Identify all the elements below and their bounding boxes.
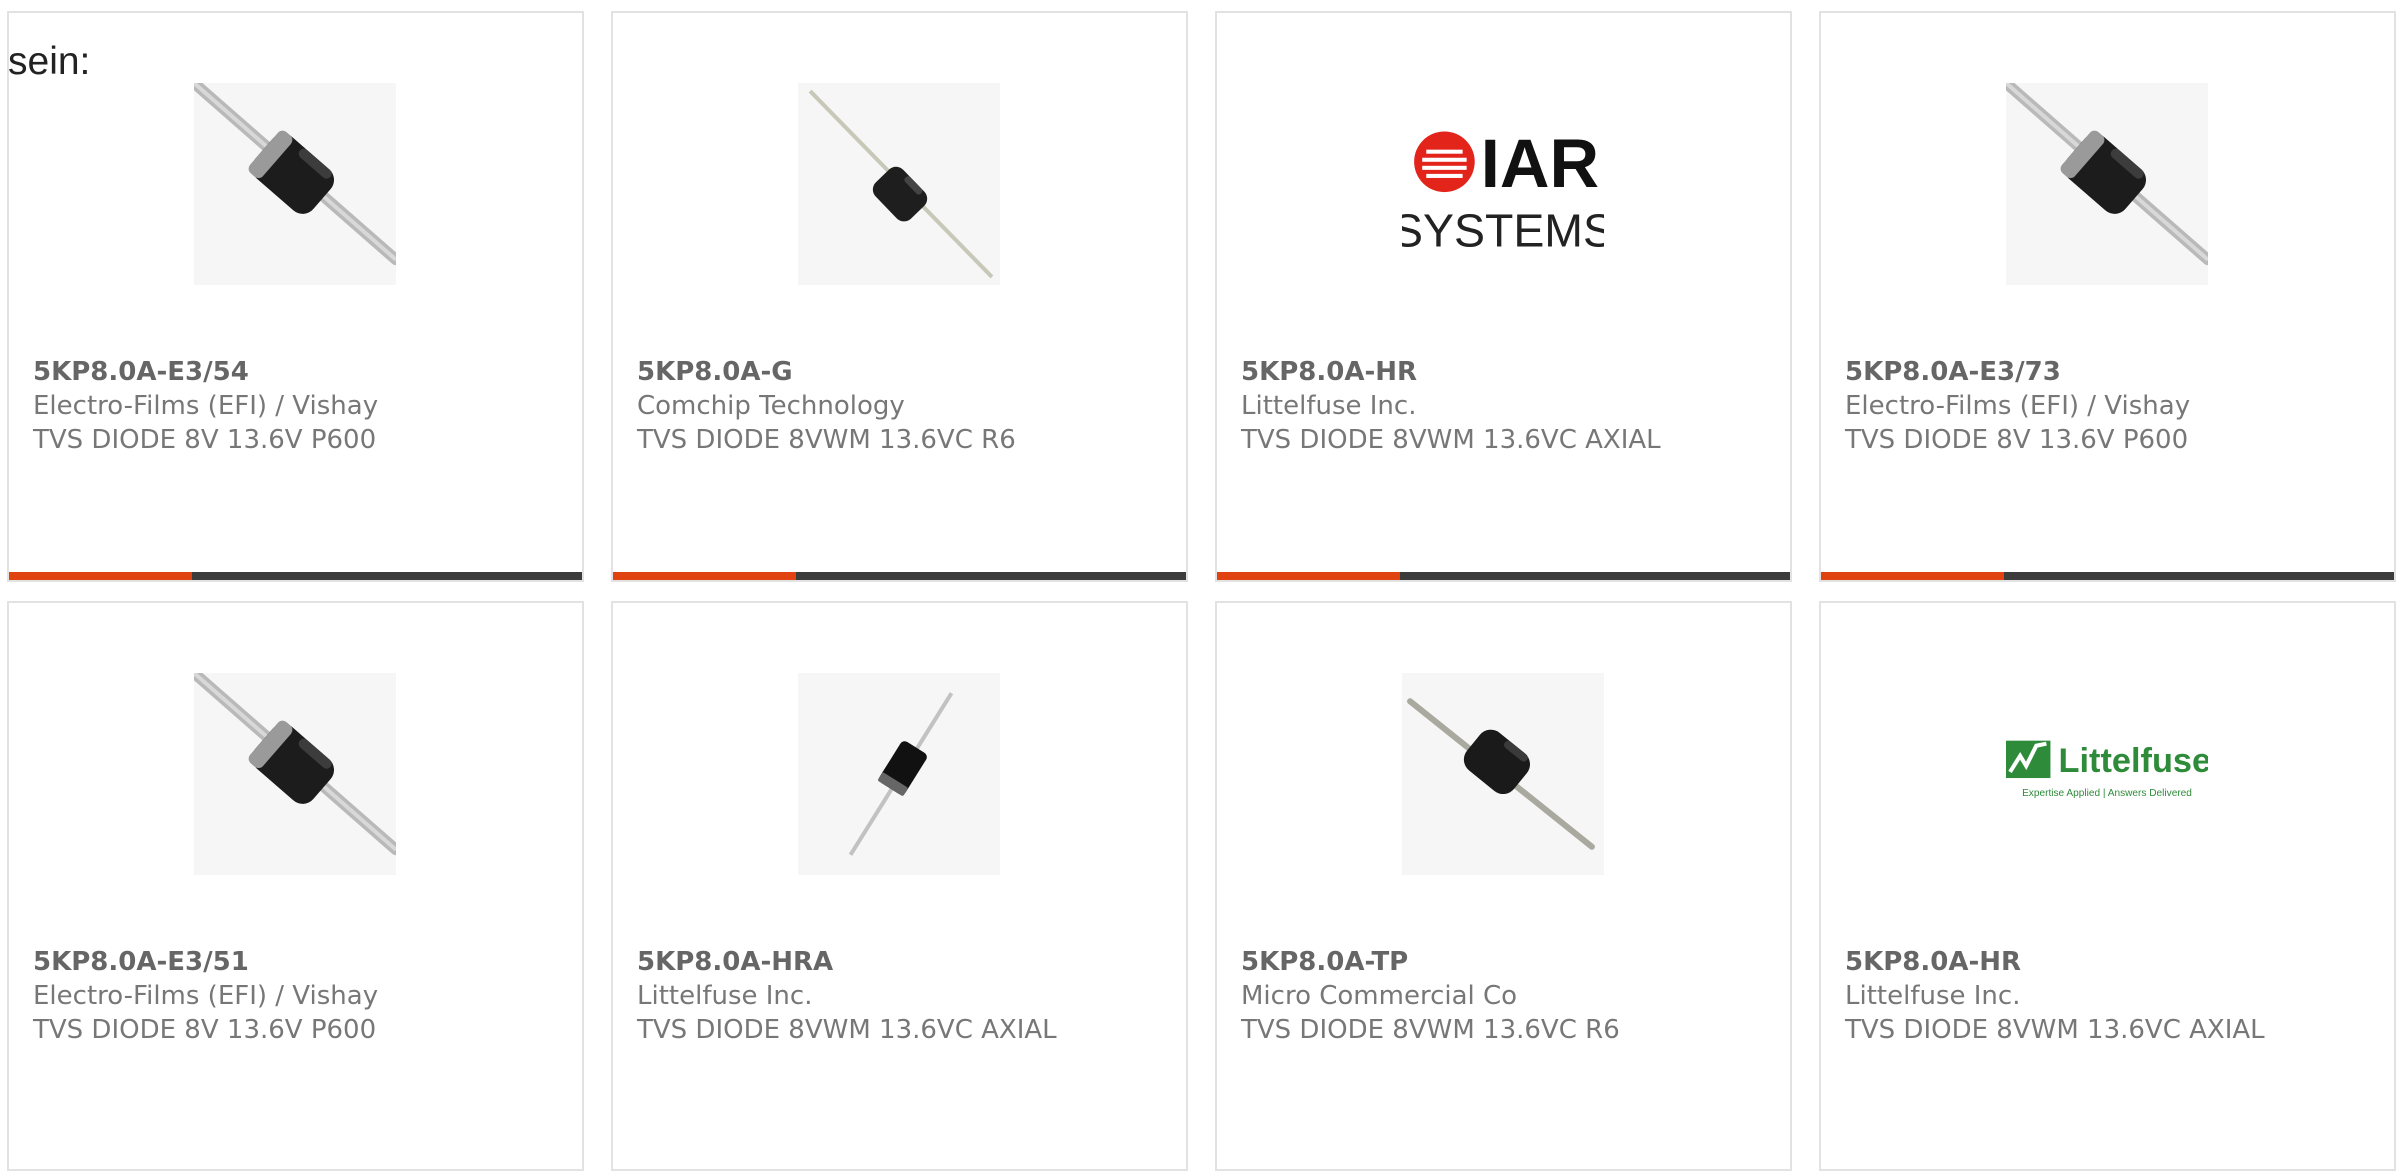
card-accent-fill [1821,572,2004,580]
card-accent-bar [613,572,1186,580]
product-info: 5KP8.0A-E3/54 Electro-Films (EFI) / Vish… [33,355,562,457]
product-card[interactable]: 5KP8.0A-HRA Littelfuse Inc. TVS DIODE 8V… [611,601,1188,1171]
product-description: TVS DIODE 8VWM 13.6VC AXIAL [1845,1015,2265,1045]
product-image-axial-diode[interactable] [194,83,396,285]
product-card[interactable]: 5KP8.0A-TP Micro Commercial Co TVS DIODE… [1215,601,1792,1171]
card-accent-bar [1821,572,2394,580]
axial-diode-icon [194,83,396,285]
part-number-link[interactable]: 5KP8.0A-TP [1241,945,1770,979]
product-image-iar-logo[interactable]: IAR SYSTEMS [1402,83,1604,285]
card-accent-fill [613,572,796,580]
part-number-link[interactable]: 5KP8.0A-E3/51 [33,945,562,979]
product-description: TVS DIODE 8VWM 13.6VC AXIAL [1241,425,1661,455]
product-image-axial-diode[interactable] [194,673,396,875]
card-accent-fill [9,572,192,580]
product-info: 5KP8.0A-HR Littelfuse Inc. TVS DIODE 8VW… [1241,355,1770,457]
product-image-axial-diode[interactable] [2006,83,2208,285]
manufacturer-name: Littelfuse Inc. [637,981,813,1011]
manufacturer-name: Comchip Technology [637,391,905,421]
product-image-littelfuse-logo[interactable]: Littelfuse Expertise Applied | Answers D… [2006,673,2208,875]
part-number-link[interactable]: 5KP8.0A-E3/54 [33,355,562,389]
product-description: TVS DIODE 8VWM 13.6VC R6 [1241,1015,1620,1045]
product-image-axial-diode[interactable] [798,83,1000,285]
product-info: 5KP8.0A-E3/73 Electro-Films (EFI) / Vish… [1845,355,2374,457]
product-info: 5KP8.0A-HRA Littelfuse Inc. TVS DIODE 8V… [637,945,1166,1047]
product-image-axial-diode[interactable] [798,673,1000,875]
product-card[interactable]: 5KP8.0A-E3/73 Electro-Films (EFI) / Vish… [1819,11,2396,582]
axial-diode-icon [798,83,1000,285]
intro-text: sein: [8,40,91,83]
part-number-link[interactable]: 5KP8.0A-E3/73 [1845,355,2374,389]
product-info: 5KP8.0A-HR Littelfuse Inc. TVS DIODE 8VW… [1845,945,2374,1047]
manufacturer-name: Littelfuse Inc. [1241,391,1417,421]
part-number-link[interactable]: 5KP8.0A-HRA [637,945,1166,979]
product-description: TVS DIODE 8V 13.6V P600 [33,425,377,455]
manufacturer-name: Electro-Films (EFI) / Vishay [33,391,379,421]
svg-text:SYSTEMS: SYSTEMS [1402,205,1604,257]
card-accent-bar [1217,572,1790,580]
product-card[interactable]: Littelfuse Expertise Applied | Answers D… [1819,601,2396,1171]
axial-diode-icon [798,673,1000,875]
product-info: 5KP8.0A-G Comchip Technology TVS DIODE 8… [637,355,1166,457]
manufacturer-name: Micro Commercial Co [1241,981,1518,1011]
manufacturer-name: Electro-Films (EFI) / Vishay [1845,391,2191,421]
product-card[interactable]: 5KP8.0A-E3/51 Electro-Films (EFI) / Vish… [7,601,584,1171]
part-number-link[interactable]: 5KP8.0A-G [637,355,1166,389]
product-description: TVS DIODE 8V 13.6V P600 [1845,425,2189,455]
svg-text:Expertise Applied | Answers De: Expertise Applied | Answers Delivered [2022,788,2192,799]
product-grid: 5KP8.0A-E3/54 Electro-Films (EFI) / Vish… [0,0,2400,1171]
part-number-link[interactable]: 5KP8.0A-HR [1845,945,2374,979]
littelfuse-logo-icon: Littelfuse Expertise Applied | Answers D… [2006,740,2208,799]
manufacturer-name: Electro-Films (EFI) / Vishay [33,981,379,1011]
product-description: TVS DIODE 8VWM 13.6VC R6 [637,425,1016,455]
product-info: 5KP8.0A-E3/51 Electro-Films (EFI) / Vish… [33,945,562,1047]
product-card[interactable]: 5KP8.0A-G Comchip Technology TVS DIODE 8… [611,11,1188,582]
card-accent-fill [1217,572,1400,580]
product-image-axial-diode[interactable] [1402,673,1604,875]
axial-diode-icon [1402,673,1604,875]
axial-diode-icon [194,673,396,875]
product-description: TVS DIODE 8V 13.6V P600 [33,1015,377,1045]
product-description: TVS DIODE 8VWM 13.6VC AXIAL [637,1015,1057,1045]
axial-diode-icon [2006,83,2208,285]
manufacturer-name: Littelfuse Inc. [1845,981,2021,1011]
svg-text:Littelfuse: Littelfuse [2059,742,2208,780]
iar-systems-logo-icon: IAR SYSTEMS [1402,125,1604,257]
part-number-link[interactable]: 5KP8.0A-HR [1241,355,1770,389]
product-card[interactable]: 5KP8.0A-E3/54 Electro-Films (EFI) / Vish… [7,11,584,582]
product-card[interactable]: IAR SYSTEMS 5KP8.0A-HR Littelfuse Inc. T… [1215,11,1792,582]
product-info: 5KP8.0A-TP Micro Commercial Co TVS DIODE… [1241,945,1770,1047]
card-accent-bar [9,572,582,580]
svg-text:IAR: IAR [1481,125,1599,202]
